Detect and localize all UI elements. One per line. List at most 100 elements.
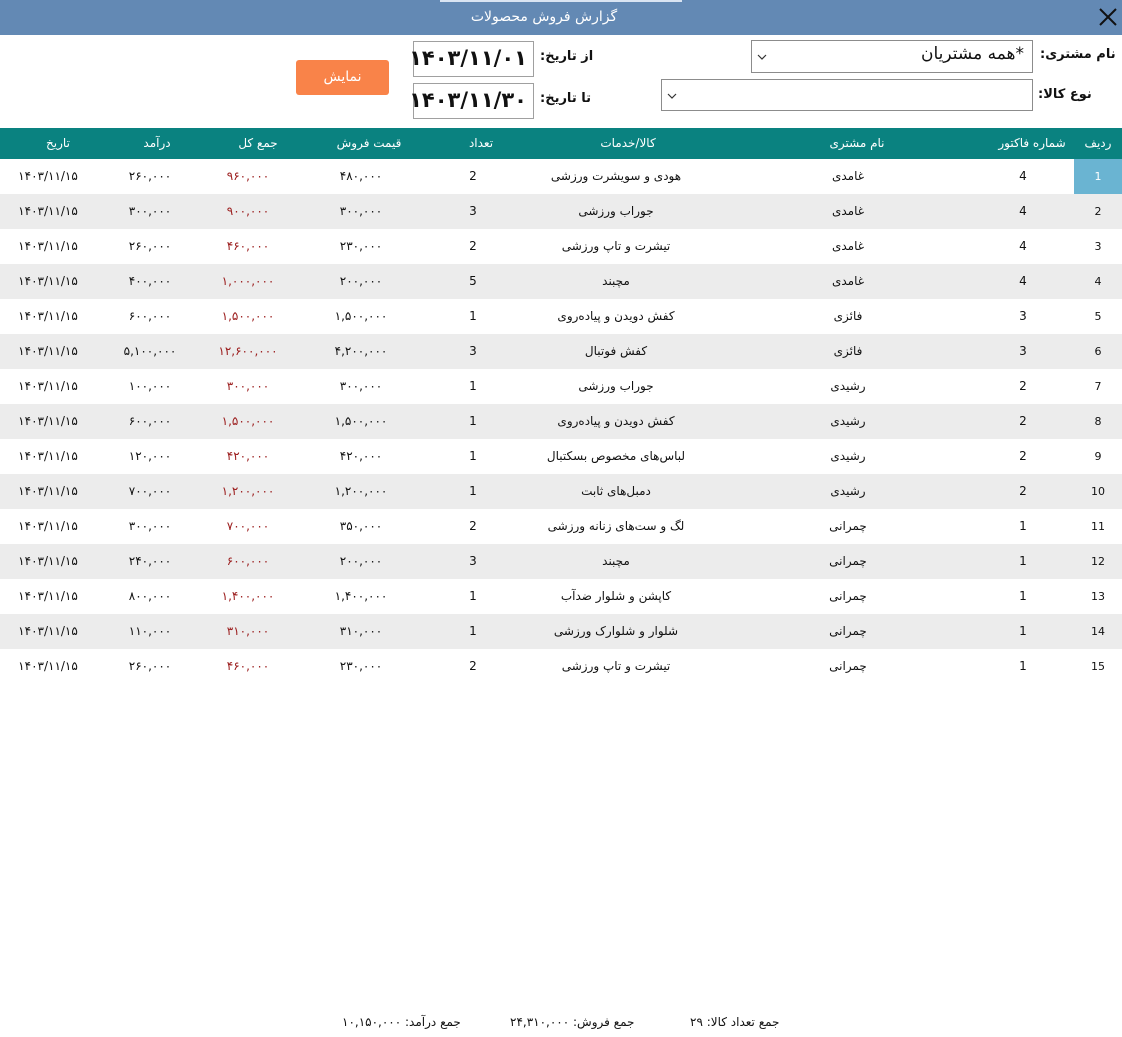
total-quantity: جمع تعداد کالا: ۲۹ xyxy=(690,1015,780,1029)
cell-quantity: 3 xyxy=(469,344,477,358)
cell-total: ۳۱۰,۰۰۰ xyxy=(226,624,270,638)
cell-product: کفش دویدن و پیاده‌روی xyxy=(557,309,675,323)
cell-sale-price: ۴۲۰,۰۰۰ xyxy=(339,449,383,463)
cell-invoice-number: 1 xyxy=(1019,554,1027,568)
cell-sale-price: ۱,۴۰۰,۰۰۰ xyxy=(334,589,388,603)
cell-sale-price: ۲۰۰,۰۰۰ xyxy=(339,554,383,568)
cell-product: تیشرت و تاپ ورزشی xyxy=(561,659,671,673)
cell-invoice-number: 4 xyxy=(1019,169,1027,183)
column-header-income[interactable]: درآمد xyxy=(143,128,170,159)
cell-income: ۲۶۰,۰۰۰ xyxy=(128,239,172,253)
cell-customer-name: رشیدی xyxy=(830,379,866,393)
table-row[interactable]: 1 4 غامدی هودی و سویشرت ورزشی 2 ۴۸۰,۰۰۰ ۹۶۰,۰۰… xyxy=(0,159,1122,194)
table-row[interactable]: 2 4 غامدی جوراب ورزشی 3 ۳۰۰,۰۰۰ ۹۰۰,۰۰۰ ۳۰۰,۰۰۰… xyxy=(0,194,1122,229)
cell-row-number: 14 xyxy=(1091,625,1105,638)
table-row[interactable]: 3 4 غامدی تیشرت و تاپ ورزشی 2 ۲۳۰,۰۰۰ ۴۶۰,۰۰۰ ۲… xyxy=(0,229,1122,264)
cell-income: ۲۶۰,۰۰۰ xyxy=(128,169,172,183)
cell-product: هودی و سویشرت ورزشی xyxy=(550,169,682,183)
cell-income: ۷۰۰,۰۰۰ xyxy=(128,484,172,498)
table-row[interactable]: 11 1 چمرانی لگ و ست‌های زنانه ورزشی 2 ۳۵۰,۰۰۰… xyxy=(0,509,1122,544)
cell-date: ۱۴۰۳/۱۱/۱۵ xyxy=(18,169,78,183)
cell-row-number: 13 xyxy=(1091,590,1105,603)
close-icon[interactable] xyxy=(1096,5,1120,29)
cell-quantity: 3 xyxy=(469,204,477,218)
cell-sale-price: ۴۸۰,۰۰۰ xyxy=(339,169,383,183)
product-type-combo[interactable] xyxy=(661,79,1033,111)
cell-row-number: 11 xyxy=(1091,520,1105,533)
cell-date: ۱۴۰۳/۱۱/۱۵ xyxy=(18,659,78,673)
cell-invoice-number: 4 xyxy=(1019,239,1027,253)
cell-income: ۵,۱۰۰,۰۰۰ xyxy=(123,344,177,358)
total-income: جمع درآمد: ۱۰,۱۵۰,۰۰۰ xyxy=(342,1015,461,1029)
cell-total: ۴۶۰,۰۰۰ xyxy=(226,239,270,253)
chevron-down-icon xyxy=(667,93,677,99)
cell-customer-name: رشیدی xyxy=(830,484,866,498)
column-header-date[interactable]: تاریخ xyxy=(46,128,70,159)
cell-date: ۱۴۰۳/۱۱/۱۵ xyxy=(18,204,78,218)
cell-product: جوراب ورزشی xyxy=(578,204,654,218)
column-header-product[interactable]: کالا/خدمات xyxy=(600,128,655,159)
column-header-customer-name[interactable]: نام مشتری xyxy=(829,128,884,159)
chevron-down-icon xyxy=(757,54,767,60)
column-header-total[interactable]: جمع کل xyxy=(238,128,277,159)
cell-sale-price: ۳۵۰,۰۰۰ xyxy=(339,519,383,533)
cell-sale-price: ۳۱۰,۰۰۰ xyxy=(339,624,383,638)
from-date-value: ۱۴۰۳/۱۱/۰۱ xyxy=(409,46,527,70)
cell-product: شلوار و شلوارک ورزشی xyxy=(553,624,679,638)
window-title: گزارش فروش محصولات xyxy=(470,9,618,25)
cell-date: ۱۴۰۳/۱۱/۱۵ xyxy=(18,414,78,428)
to-date-field[interactable]: ۱۴۰۳/۱۱/۳۰ xyxy=(409,83,534,119)
table-row[interactable]: 10 2 رشیدی دمبل‌های ثابت 1 ۱,۲۰۰,۰۰۰ ۱,۲۰۰,۰۰۰… xyxy=(0,474,1122,509)
cell-invoice-number: 1 xyxy=(1019,589,1027,603)
cell-customer-name: چمرانی xyxy=(829,519,867,533)
cell-row-number: 2 xyxy=(1094,205,1102,218)
sales-report-window: گزارش فروش محصولات نام مشتری: *همه مشتری… xyxy=(0,0,1122,1037)
cell-date: ۱۴۰۳/۱۱/۱۵ xyxy=(18,554,78,568)
cell-product: لگ و ست‌های زنانه ورزشی xyxy=(547,519,685,533)
cell-income: ۱۰۰,۰۰۰ xyxy=(128,379,172,393)
cell-total: ۱۲,۶۰۰,۰۰۰ xyxy=(218,344,278,358)
cell-product: کاپشن و شلوار ضدآب xyxy=(560,589,672,603)
product-type-label: نوع کالا: xyxy=(1038,87,1092,102)
cell-customer-name: فائزی xyxy=(833,344,863,358)
cell-quantity: 1 xyxy=(469,379,477,393)
table-row[interactable]: 4 4 غامدی مچبند 5 ۲۰۰,۰۰۰ ۱,۰۰۰,۰۰۰ ۴۰۰,۰۰۰ ۱۴۰۳… xyxy=(0,264,1122,299)
table-row[interactable]: 9 2 رشیدی لباس‌های مخصوص بسکتبال 1 ۴۲۰,۰۰۰ ۴۲۰… xyxy=(0,439,1122,474)
cell-customer-name: چمرانی xyxy=(829,659,867,673)
column-header-sale-price[interactable]: قیمت فروش xyxy=(337,128,402,159)
column-header-row-number[interactable]: ردیف xyxy=(1085,128,1112,159)
table-row[interactable]: 13 1 چمرانی کاپشن و شلوار ضدآب 1 ۱,۴۰۰,۰۰۰ ۱,۴… xyxy=(0,579,1122,614)
table-row[interactable]: 7 2 رشیدی جوراب ورزشی 1 ۳۰۰,۰۰۰ ۳۰۰,۰۰۰ ۱۰۰,۰۰۰… xyxy=(0,369,1122,404)
cell-date: ۱۴۰۳/۱۱/۱۵ xyxy=(18,239,78,253)
customer-combo[interactable]: *همه مشتریان xyxy=(751,40,1033,73)
cell-total: ۱,۰۰۰,۰۰۰ xyxy=(221,274,275,288)
cell-date: ۱۴۰۳/۱۱/۱۵ xyxy=(18,589,78,603)
show-button[interactable]: نمایش xyxy=(296,60,389,95)
cell-quantity: 2 xyxy=(469,239,477,253)
column-header-quantity[interactable]: تعداد xyxy=(469,128,493,159)
table-row[interactable]: 15 1 چمرانی تیشرت و تاپ ورزشی 2 ۲۳۰,۰۰۰ ۴۶۰,۰۰… xyxy=(0,649,1122,684)
cell-product: کفش دویدن و پیاده‌روی xyxy=(557,414,675,428)
column-header-invoice-number[interactable]: شماره فاکتور xyxy=(998,128,1065,159)
cell-invoice-number: 3 xyxy=(1019,309,1027,323)
from-date-field[interactable]: ۱۴۰۳/۱۱/۰۱ xyxy=(409,41,534,77)
table-row[interactable]: 5 3 فائزی کفش دویدن و پیاده‌روی 1 ۱,۵۰۰,۰۰۰ ۱,… xyxy=(0,299,1122,334)
cell-invoice-number: 4 xyxy=(1019,204,1027,218)
cell-date: ۱۴۰۳/۱۱/۱۵ xyxy=(18,449,78,463)
cell-row-number: 4 xyxy=(1094,275,1102,288)
from-date-label: از تاریخ: xyxy=(540,49,594,64)
cell-row-number: 6 xyxy=(1094,345,1102,358)
cell-income: ۳۰۰,۰۰۰ xyxy=(128,204,172,218)
table-row[interactable]: 12 1 چمرانی مچبند 3 ۲۰۰,۰۰۰ ۶۰۰,۰۰۰ ۲۴۰,۰۰۰ ۱۴۰۳… xyxy=(0,544,1122,579)
cell-total: ۱,۴۰۰,۰۰۰ xyxy=(221,589,275,603)
cell-date: ۱۴۰۳/۱۱/۱۵ xyxy=(18,519,78,533)
cell-quantity: 1 xyxy=(469,414,477,428)
table-row[interactable]: 14 1 چمرانی شلوار و شلوارک ورزشی 1 ۳۱۰,۰۰۰ ۳۱۰… xyxy=(0,614,1122,649)
table-row[interactable]: 6 3 فائزی کفش فوتبال 3 ۴,۲۰۰,۰۰۰ ۱۲,۶۰۰,۰۰۰ ۵,۱… xyxy=(0,334,1122,369)
customer-label: نام مشتری: xyxy=(1040,47,1116,62)
table-row[interactable]: 8 2 رشیدی کفش دویدن و پیاده‌روی 1 ۱,۵۰۰,۰۰۰ ۱,… xyxy=(0,404,1122,439)
cell-invoice-number: 1 xyxy=(1019,624,1027,638)
cell-income: ۲۶۰,۰۰۰ xyxy=(128,659,172,673)
sales-grid: ردیف شماره فاکتور نام مشتری کالا/خدمات ت… xyxy=(0,128,1122,684)
customer-combo-value: *همه مشتریان xyxy=(921,44,1024,64)
